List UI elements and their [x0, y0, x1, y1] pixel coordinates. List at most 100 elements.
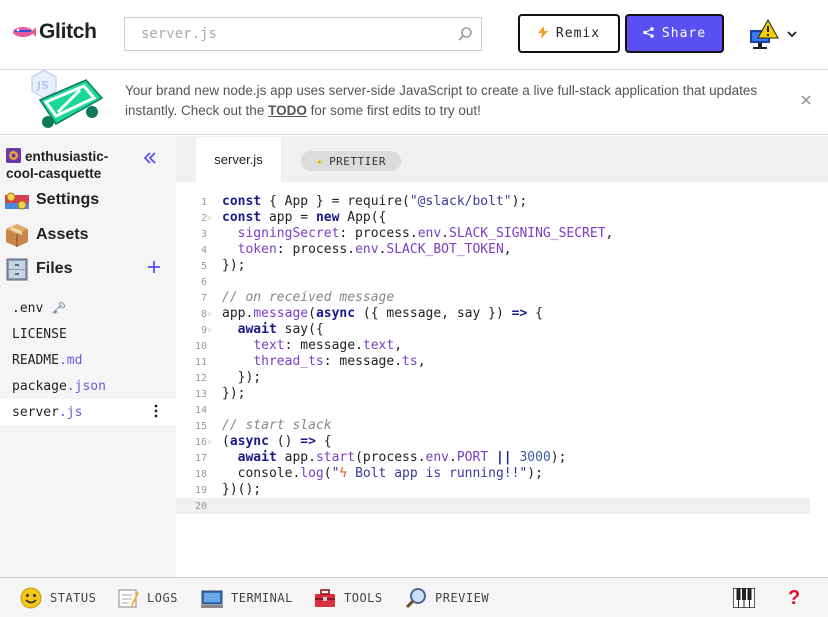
toolbox-icon	[314, 587, 336, 609]
project-avatar-icon	[6, 148, 21, 163]
project-name[interactable]: enthusiastic-cool-casquette	[6, 148, 131, 182]
share-label: Share	[661, 26, 707, 41]
file-item-server[interactable]: server .js	[0, 399, 176, 425]
line-number: 6	[200, 277, 207, 288]
preview-button[interactable]: PREVIEW	[405, 587, 489, 609]
terminal-button[interactable]: TERMINAL	[201, 587, 293, 609]
file-item-license[interactable]: LICENSE	[0, 321, 176, 347]
key-icon: 🗝️	[51, 301, 67, 315]
glitch-logo[interactable]: Glitch	[12, 20, 97, 44]
share-button[interactable]: Share	[625, 14, 724, 53]
line-number: 2	[200, 213, 207, 224]
file-name: LICENSE	[12, 326, 67, 342]
line-number: 12	[194, 373, 207, 384]
prettier-label: PRETTIER	[329, 154, 387, 168]
line-number: 8	[200, 309, 207, 320]
file-extension: .md	[58, 352, 83, 368]
project-name-text: enthusiastic-cool-casquette	[6, 149, 109, 181]
line-number: 16	[194, 437, 207, 448]
svg-text:JS: JS	[36, 79, 49, 92]
file-name: README	[12, 352, 59, 368]
sidebar-item-label: Files	[36, 260, 73, 277]
settings-icon	[4, 187, 30, 213]
remix-button[interactable]: Remix	[518, 14, 620, 53]
user-avatar[interactable]	[748, 18, 782, 50]
sidebar-item-label: Assets	[36, 226, 89, 243]
logs-icon	[117, 587, 139, 609]
code-line: console.log("ϟ Bolt app is running!!");	[222, 466, 543, 481]
code-line: await app.start(process.env.PORT || 3000…	[237, 450, 567, 465]
code-line: signingSecret: process.env.SLACK_SIGNING…	[237, 226, 614, 241]
line-number: 1	[200, 197, 207, 208]
lightning-icon	[537, 25, 548, 42]
glitch-fish-icon	[12, 24, 36, 40]
sidebar-item-assets[interactable]: Assets	[4, 222, 88, 248]
line-number: 9	[200, 325, 207, 336]
collapse-sidebar-icon[interactable]	[143, 151, 157, 165]
fold-icon[interactable]: ˅	[207, 323, 222, 339]
code-line: const app = new App({	[222, 210, 387, 225]
file-item-env[interactable]: .env 🗝️	[0, 295, 176, 321]
status-label: STATUS	[50, 591, 97, 605]
line-number: 13	[194, 389, 207, 400]
close-icon[interactable]	[799, 93, 813, 107]
magnifier-icon	[405, 587, 427, 609]
file-tree: .env 🗝️ LICENSE README .md package .json s…	[0, 295, 176, 425]
chevron-down-icon[interactable]	[787, 26, 797, 38]
code-line: await say({	[237, 322, 324, 337]
prettier-button[interactable]: ✦ PRETTIER	[301, 151, 401, 171]
file-name: package	[12, 378, 67, 394]
remix-label: Remix	[555, 26, 601, 41]
more-options-icon[interactable]	[154, 404, 158, 418]
line-number: 18	[194, 469, 207, 480]
file-cabinet-icon	[4, 256, 30, 282]
fold-icon[interactable]: ˅	[207, 435, 222, 451]
sidebar-item-files[interactable]: Files	[4, 256, 72, 282]
line-number: 14	[194, 405, 207, 416]
smiley-icon	[20, 587, 42, 609]
add-file-icon[interactable]	[147, 260, 161, 274]
code-line: });	[222, 386, 246, 401]
code-line: const { App } = require("@slack/bolt");	[222, 194, 528, 209]
terminal-icon	[201, 587, 223, 609]
help-icon[interactable]: ?	[788, 587, 800, 610]
file-extension: .js	[58, 404, 83, 420]
code-line: token: process.env.SLACK_BOT_TOKEN,	[237, 242, 512, 257]
line-number: 10	[194, 341, 207, 352]
status-button[interactable]: STATUS	[20, 587, 96, 609]
fold-icon[interactable]: ˅	[207, 211, 222, 227]
file-extension: .json	[66, 378, 106, 394]
search-box[interactable]	[124, 17, 482, 51]
logs-button[interactable]: LOGS	[117, 587, 178, 609]
code-line: text: message.text,	[253, 338, 403, 353]
line-number: 17	[194, 453, 207, 464]
tools-label: TOOLS	[344, 591, 383, 605]
terminal-label: TERMINAL	[231, 591, 293, 605]
line-number: 4	[200, 245, 207, 256]
package-icon	[4, 222, 30, 248]
code-line: // on received message	[222, 290, 395, 305]
line-number: 19	[194, 485, 207, 496]
code-line: })();	[222, 482, 262, 497]
sidebar-item-label: Settings	[36, 191, 100, 208]
todo-link[interactable]: TODO	[268, 103, 307, 118]
logo-text: Glitch	[39, 20, 97, 43]
line-number: 7	[200, 293, 207, 304]
code-line: (async () => {	[222, 434, 332, 449]
line-number: 11	[194, 357, 207, 368]
code-line: thread_ts: message.ts,	[253, 354, 426, 369]
logs-label: LOGS	[147, 591, 178, 605]
tab-server-js[interactable]: server.js	[196, 137, 281, 182]
nodejs-illustration: JS	[28, 68, 108, 134]
fold-icon[interactable]: ˅	[207, 307, 222, 323]
preview-label: PREVIEW	[435, 591, 490, 605]
sidebar-item-settings[interactable]: Settings	[4, 187, 99, 213]
piano-icon[interactable]	[732, 587, 756, 609]
search-icon[interactable]	[457, 26, 473, 42]
tools-button[interactable]: TOOLS	[314, 587, 383, 609]
file-item-readme[interactable]: README .md	[0, 347, 176, 373]
search-input[interactable]	[141, 26, 441, 42]
file-item-package[interactable]: package .json	[0, 373, 176, 399]
file-name: server	[12, 404, 59, 420]
code-lines[interactable]: 1 const { App } = require("@slack/bolt")…	[176, 194, 816, 514]
